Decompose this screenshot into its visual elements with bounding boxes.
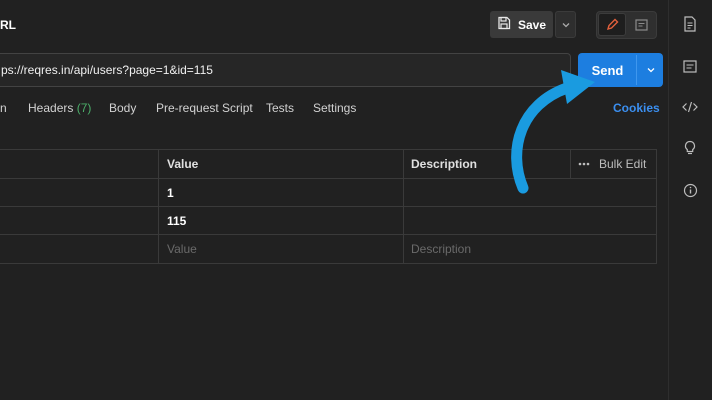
code-snippet-button[interactable]: [680, 97, 700, 117]
table-row-divider: [0, 234, 657, 235]
column-header-description: Description: [411, 157, 478, 171]
tab-headers[interactable]: Headers (7): [28, 101, 91, 115]
pencil-icon: [606, 18, 618, 31]
request-title[interactable]: RL: [0, 18, 16, 32]
send-divider: [636, 55, 637, 85]
chevron-down-icon: [562, 22, 569, 27]
table-row-divider: [0, 206, 657, 207]
bulb-icon: [684, 140, 696, 155]
table-border-bottom: [0, 263, 657, 264]
tab-settings[interactable]: Settings: [313, 101, 356, 115]
documentation-button[interactable]: [680, 14, 700, 34]
comments-button[interactable]: [680, 56, 700, 76]
tab-headers-label: Headers: [28, 101, 74, 115]
save-options-button[interactable]: [555, 11, 576, 38]
new-description-input[interactable]: Description: [411, 242, 471, 256]
tab-body[interactable]: Body: [109, 101, 136, 115]
bulk-edit-label: Bulk Edit: [599, 157, 647, 171]
table-border-right: [656, 149, 657, 263]
send-options-button[interactable]: [638, 53, 663, 87]
related-collections-button[interactable]: [680, 138, 700, 158]
table-cell-value[interactable]: 115: [167, 214, 186, 228]
document-icon: [684, 16, 696, 32]
chevron-down-icon: [647, 68, 654, 73]
save-label: Save: [517, 17, 547, 32]
comment-mode-button[interactable]: [628, 13, 655, 36]
info-button[interactable]: [680, 180, 700, 200]
code-icon: [682, 101, 698, 113]
column-header-value: Value: [167, 157, 199, 171]
new-value-input[interactable]: Value: [167, 242, 197, 256]
info-icon: [683, 183, 697, 197]
tab-pre-request-script[interactable]: Pre-request Script: [156, 101, 253, 115]
headers-count: (7): [76, 101, 92, 115]
column-divider: [158, 149, 159, 263]
request-url-input[interactable]: ps://reqres.in/api/users?page=1&id=115: [0, 53, 571, 87]
edit-mode-button[interactable]: [598, 13, 626, 36]
save-button[interactable]: Save: [490, 11, 553, 38]
comment-icon: [683, 59, 697, 73]
save-icon: [497, 16, 511, 33]
column-divider: [403, 149, 404, 263]
annotation-arrow: [511, 70, 595, 194]
table-cell-value[interactable]: 1: [167, 186, 174, 200]
tab-params[interactable]: n: [0, 101, 7, 115]
comment-icon: [635, 18, 648, 31]
tab-tests[interactable]: Tests: [266, 101, 294, 115]
cookies-link[interactable]: Cookies: [613, 101, 660, 115]
